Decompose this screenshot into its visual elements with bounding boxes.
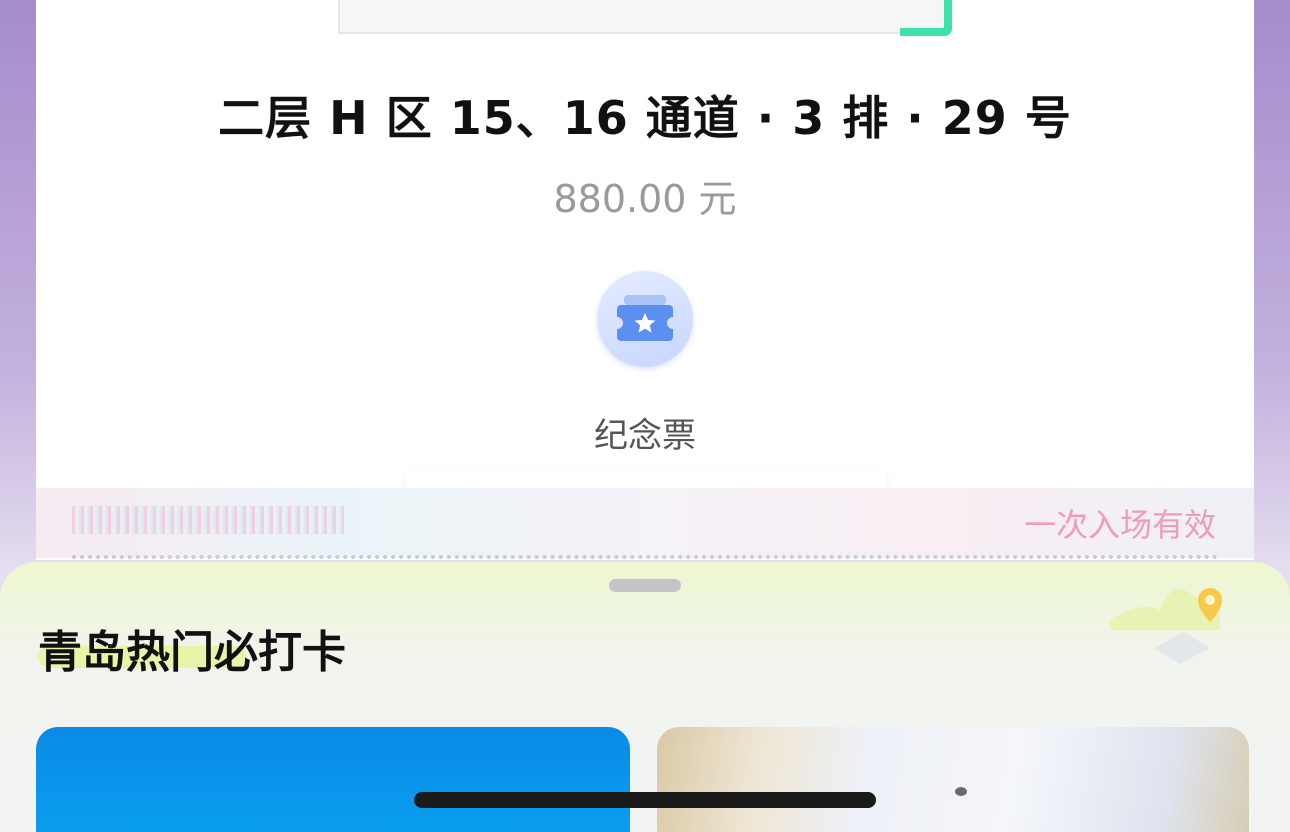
sheet-grabber-handle[interactable] xyxy=(609,579,681,592)
map-pin-icon xyxy=(1110,588,1222,664)
souvenir-ticket-button[interactable] xyxy=(597,271,693,367)
barcode-strip xyxy=(72,506,344,534)
home-indicator[interactable] xyxy=(414,792,876,808)
section-title: 青岛热门必打卡 xyxy=(38,627,346,678)
attraction-card-left[interactable] xyxy=(36,727,630,832)
ticket-price: 880.00 元 xyxy=(553,177,737,221)
image-detail xyxy=(955,787,967,796)
ticket-card: 二层 H 区 15、16 通道 · 3 排 · 29 号 880.00 元 纪念… xyxy=(36,0,1254,560)
souvenir-ticket-label: 纪念票 xyxy=(594,416,696,456)
attraction-card-right[interactable] xyxy=(657,727,1249,832)
qr-code-frame xyxy=(338,0,950,34)
ticket-star-icon xyxy=(617,295,673,341)
perforation-divider xyxy=(72,555,1218,559)
validity-text: 一次入场有效 xyxy=(1023,506,1216,544)
qr-corner-marker xyxy=(900,0,952,36)
seat-info: 二层 H 区 15、16 通道 · 3 排 · 29 号 xyxy=(218,91,1072,145)
